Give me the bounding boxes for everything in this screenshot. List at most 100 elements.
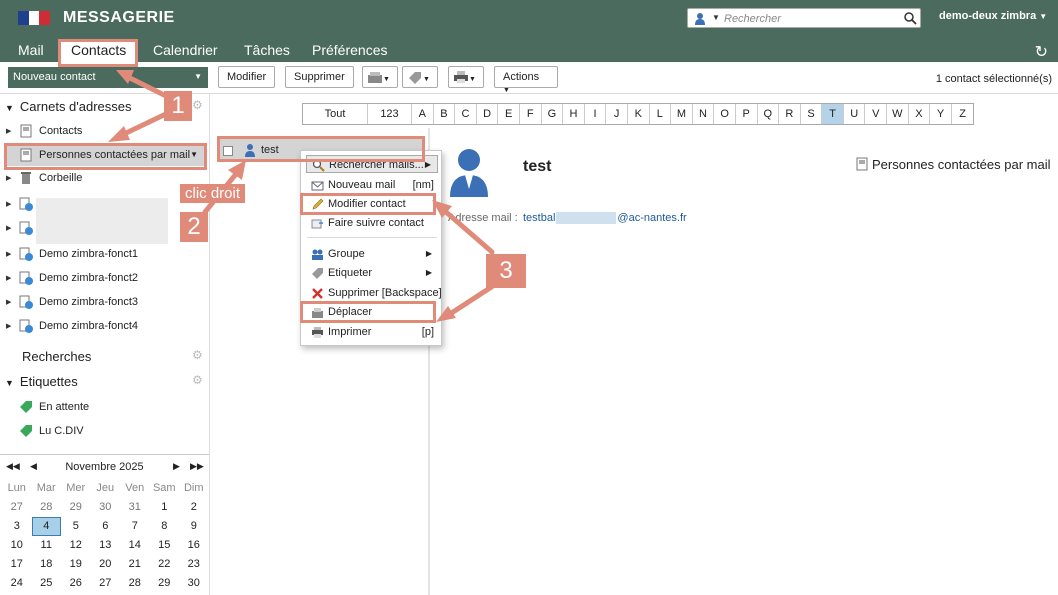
sidebar-item-fonct3[interactable]: ▶ Demo zimbra-fonct3 bbox=[6, 293, 206, 313]
menu-item-new-mail[interactable]: Nouveau mail [nm] bbox=[306, 176, 438, 194]
alpha-filter-b[interactable]: B bbox=[433, 104, 456, 124]
calendar-day[interactable]: 15 bbox=[150, 536, 180, 555]
calendar-day[interactable]: 1 bbox=[150, 498, 180, 517]
actions-button[interactable]: Actions ▼ bbox=[494, 66, 558, 94]
sidebar-item-trash[interactable]: ▶ Corbeille bbox=[6, 169, 206, 189]
sidebar-tag-lu-cdiv[interactable]: Lu C.DIV bbox=[6, 422, 206, 442]
calendar-day[interactable]: 6 bbox=[91, 517, 121, 536]
sidebar-item-emailed-contacts[interactable]: Personnes contactées par mail ▼ bbox=[6, 146, 206, 166]
calendar-day[interactable]: 28 bbox=[32, 498, 62, 517]
alpha-filter-m[interactable]: M bbox=[671, 104, 693, 124]
menu-item-search-mails[interactable]: Rechercher mails... ▶ bbox=[306, 155, 438, 173]
expand-icon[interactable]: ▶ bbox=[6, 127, 11, 135]
contact-checkbox[interactable] bbox=[223, 146, 233, 156]
search-input[interactable] bbox=[724, 11, 896, 26]
tab-preferences[interactable]: Préférences bbox=[312, 42, 387, 58]
alpha-filter-q[interactable]: Q bbox=[757, 104, 780, 124]
calendar-day-today[interactable]: 4 bbox=[31, 517, 61, 536]
calendar-day[interactable]: 24 bbox=[2, 574, 32, 593]
calendar-day[interactable]: 9 bbox=[179, 517, 209, 536]
alpha-filter-o[interactable]: O bbox=[714, 104, 736, 124]
alpha-filter-z[interactable]: Z bbox=[951, 104, 974, 124]
expand-icon[interactable]: ▶ bbox=[6, 322, 11, 330]
calendar-day[interactable]: 23 bbox=[179, 555, 209, 574]
calendar-day[interactable]: 27 bbox=[91, 574, 121, 593]
expand-icon[interactable]: ▶ bbox=[6, 250, 11, 258]
expand-icon[interactable]: ▶ bbox=[6, 224, 11, 232]
expand-icon[interactable]: ▶ bbox=[6, 274, 11, 282]
calendar-day[interactable]: 25 bbox=[32, 574, 62, 593]
alpha-filter-k[interactable]: K bbox=[627, 104, 650, 124]
calendar-day[interactable]: 20 bbox=[91, 555, 121, 574]
calendar-day[interactable]: 19 bbox=[61, 555, 91, 574]
alpha-filter-n[interactable]: N bbox=[692, 104, 715, 124]
user-scope-icon[interactable] bbox=[693, 12, 707, 26]
calendar-day[interactable]: 5 bbox=[61, 517, 91, 536]
alpha-filter-u[interactable]: U bbox=[843, 104, 866, 124]
sidebar-item-fonct2[interactable]: ▶ Demo zimbra-fonct2 bbox=[6, 269, 206, 289]
tab-mail[interactable]: Mail bbox=[18, 42, 44, 58]
calendar-day[interactable]: 26 bbox=[61, 574, 91, 593]
sidebar-item-contacts[interactable]: ▶ Contacts bbox=[6, 122, 206, 142]
alpha-filter-d[interactable]: D bbox=[476, 104, 499, 124]
search-icon[interactable] bbox=[902, 11, 918, 25]
alpha-filter-s[interactable]: S bbox=[800, 104, 823, 124]
new-contact-button[interactable]: Nouveau contact ▼ bbox=[8, 67, 208, 88]
delete-button[interactable]: Supprimer bbox=[285, 66, 354, 88]
tag-button[interactable]: ▼ bbox=[402, 66, 438, 88]
calendar-day[interactable]: 29 bbox=[61, 498, 91, 517]
expand-icon[interactable]: ▼ bbox=[5, 378, 14, 388]
scope-dropdown-icon[interactable]: ▼ bbox=[712, 13, 720, 22]
expand-icon[interactable]: ▶ bbox=[6, 298, 11, 306]
alpha-filter-e[interactable]: E bbox=[498, 104, 520, 124]
menu-item-edit-contact[interactable]: Modifier contact bbox=[306, 195, 438, 213]
alpha-filter-j[interactable]: J bbox=[606, 104, 628, 124]
calendar-day[interactable]: 21 bbox=[120, 555, 150, 574]
expand-icon[interactable]: ▶ bbox=[6, 200, 11, 208]
tab-tasks[interactable]: Tâches bbox=[244, 42, 290, 58]
alpha-filter-i[interactable]: I bbox=[584, 104, 607, 124]
menu-item-move[interactable]: Déplacer bbox=[306, 303, 438, 321]
calendar-day[interactable]: 16 bbox=[179, 536, 209, 555]
calendar-day[interactable]: 31 bbox=[120, 498, 150, 517]
gear-icon[interactable]: ⚙ bbox=[192, 348, 203, 362]
calendar-day[interactable]: 30 bbox=[91, 498, 121, 517]
next-year-icon[interactable]: ▶▶ bbox=[190, 461, 204, 472]
tab-contacts[interactable]: Contacts bbox=[61, 40, 137, 62]
sidebar-tag-en-attente[interactable]: En attente bbox=[6, 398, 206, 418]
tags-header[interactable]: ▼ Etiquettes bbox=[5, 374, 78, 389]
calendar-day[interactable]: 12 bbox=[61, 536, 91, 555]
tab-calendar[interactable]: Calendrier bbox=[153, 42, 218, 58]
alpha-filter-t[interactable]: T bbox=[822, 104, 844, 124]
move-button[interactable]: ▼ bbox=[362, 66, 398, 88]
chevron-down-icon[interactable]: ▼ bbox=[190, 150, 198, 159]
calendar-day[interactable]: 2 bbox=[179, 498, 209, 517]
calendar-day[interactable]: 30 bbox=[179, 574, 209, 593]
searches-header[interactable]: Recherches bbox=[22, 349, 91, 364]
alpha-filter-l[interactable]: L bbox=[649, 104, 672, 124]
expand-icon[interactable]: ▼ bbox=[5, 103, 14, 113]
expand-icon[interactable]: ▶ bbox=[6, 174, 11, 182]
alpha-filter-f[interactable]: F bbox=[519, 104, 542, 124]
alpha-filter-y[interactable]: Y bbox=[930, 104, 952, 124]
gear-icon[interactable]: ⚙ bbox=[192, 373, 203, 387]
calendar-day[interactable]: 18 bbox=[32, 555, 62, 574]
alpha-filter-x[interactable]: X bbox=[908, 104, 931, 124]
calendar-day[interactable]: 22 bbox=[150, 555, 180, 574]
print-button[interactable]: ▼ bbox=[448, 66, 484, 88]
next-month-icon[interactable]: ▶ bbox=[173, 461, 180, 472]
alpha-filter-v[interactable]: V bbox=[865, 104, 888, 124]
alpha-filter-p[interactable]: P bbox=[735, 104, 758, 124]
address-books-header[interactable]: ▼ Carnets d'adresses bbox=[5, 99, 132, 114]
calendar-day[interactable]: 7 bbox=[120, 517, 150, 536]
menu-item-tag[interactable]: Etiqueter ▶ bbox=[306, 264, 438, 282]
calendar-day[interactable]: 29 bbox=[150, 574, 180, 593]
menu-item-delete[interactable]: Supprimer [Backspace] bbox=[306, 284, 442, 302]
menu-item-forward-contact[interactable]: Faire suivre contact bbox=[306, 214, 438, 232]
email-link[interactable]: testbal @ac-nantes.fr bbox=[523, 212, 687, 225]
menu-item-print[interactable]: Imprimer [p] bbox=[306, 323, 438, 341]
calendar-day[interactable]: 3 bbox=[2, 517, 32, 536]
calendar-day[interactable]: 11 bbox=[32, 536, 62, 555]
user-menu[interactable]: demo-deux zimbra ▼ bbox=[939, 10, 1047, 22]
sidebar-item-fonct1[interactable]: ▶ Demo zimbra-fonct1 bbox=[6, 245, 206, 265]
